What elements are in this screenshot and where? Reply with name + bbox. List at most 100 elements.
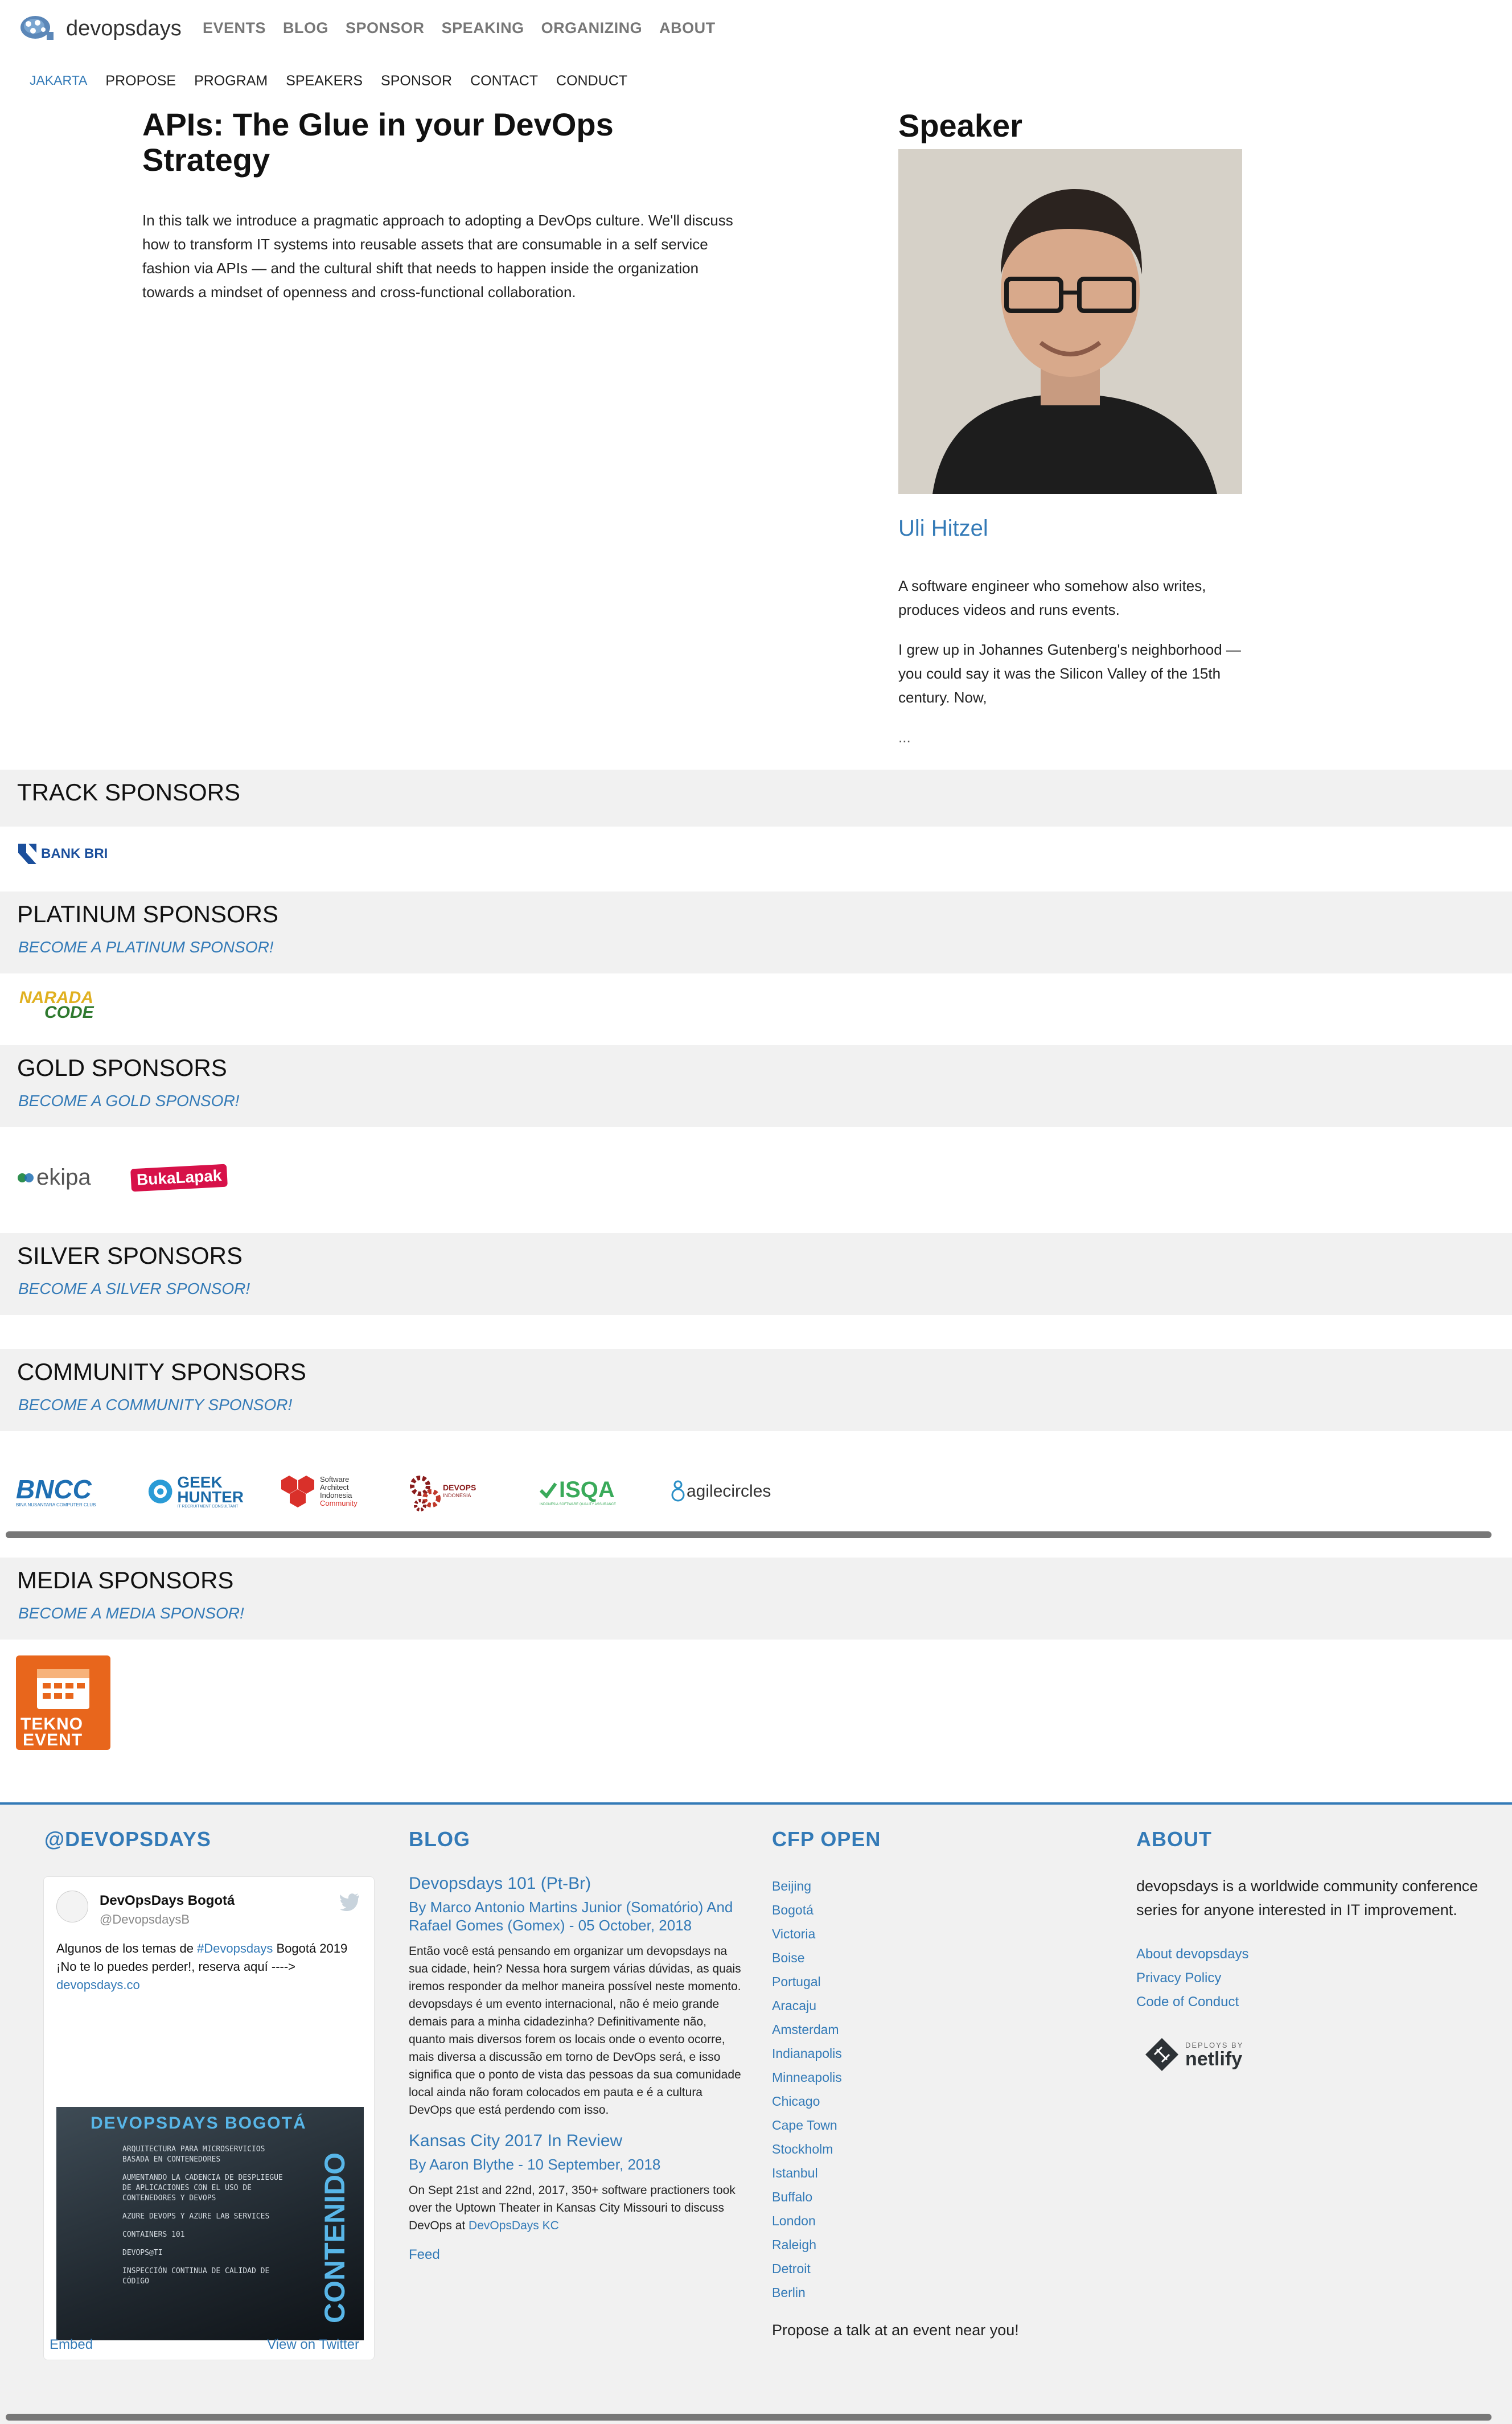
silver-sponsors-band: SILVER SPONSORS BECOME A SILVER SPONSOR! [0,1233,1512,1315]
cfp-city-link[interactable]: Victoria [772,1922,1068,1946]
bncc-logo[interactable]: BNCC BINA NUSANTARA COMPUTER CLUB [16,1476,113,1507]
become-platinum-sponsor-link[interactable]: BECOME A PLATINUM SPONSOR! [18,938,274,956]
tweet-card: DevOpsDays Bogotá @DevopsdaysB Algunos d… [43,1876,375,2360]
software-architect-indonesia-logo[interactable]: Software Architect Indonesia Community [278,1474,375,1509]
become-silver-sponsor-link[interactable]: BECOME A SILVER SPONSOR! [18,1280,250,1298]
talk-title: APIs: The Glue in your DevOps Strategy [142,106,614,178]
subnav-program[interactable]: PROGRAM [194,73,268,89]
nav-organizing[interactable]: ORGANIZING [541,19,643,37]
cfp-city-link[interactable]: London [772,2209,1068,2233]
speaker-bio-ellipsis: ... [898,729,911,746]
ekipa-mark-icon [18,1173,34,1182]
become-community-sponsor-link[interactable]: BECOME A COMMUNITY SPONSOR! [18,1396,292,1414]
tweet-image[interactable]: DEVOPSDAYS BOGOTÁ CONTENIDO ARQUITECTURA… [56,2107,364,2340]
subnav-sponsor[interactable]: SPONSOR [381,73,452,89]
nav-about[interactable]: ABOUT [659,19,716,37]
geek-hunter-logo[interactable]: GEEK HUNTER IT RECRUITMENT CONSULTANT [147,1474,244,1509]
cfp-city-link[interactable]: Minneapolis [772,2065,1068,2089]
twitter-bird-icon[interactable] [339,1893,360,1911]
cfp-city-link[interactable]: Indianapolis [772,2041,1068,2065]
site-name: devopsdays [66,16,182,40]
devops-indonesia-logo[interactable]: DEVOPS INDONESIA [409,1469,506,1514]
speaker-name-link[interactable]: Uli Hitzel [898,516,988,541]
tweet-handle[interactable]: @DevopsdaysB [100,1912,190,1927]
netlify-badge[interactable]: DEPLOYS BY netlify [1144,2037,1501,2072]
view-on-twitter-link[interactable]: View on Twitter [267,2337,359,2353]
cfp-city-link[interactable]: Boise [772,1946,1068,1970]
devopsdays-brain-icon [20,16,54,40]
about-devopsdays-link[interactable]: About devopsdays [1136,1942,1501,1966]
silver-sponsors-heading: SILVER SPONSORS [17,1242,243,1269]
blog-post-title[interactable]: Kansas City 2017 In Review [409,2131,745,2151]
bukalapak-logo[interactable]: BukaLapak [130,1164,228,1192]
horizontal-scrollbar[interactable] [6,1531,1492,1538]
subnav-contact[interactable]: CONTACT [470,73,538,89]
footer-twitter-column: @DEVOPSDAYS [44,1827,211,1874]
bank-bri-logo[interactable]: BANK BRI [16,841,108,866]
tekno-event-logo[interactable]: TEKNO EVENT [16,1655,110,1750]
cfp-city-link[interactable]: Beijing [772,1874,1068,1898]
netlify-diamond-icon [1145,2038,1178,2071]
nav-blog[interactable]: BLOG [283,19,328,37]
blog-post-title[interactable]: Devopsdays 101 (Pt-Br) [409,1874,745,1893]
cfp-city-link[interactable]: Amsterdam [772,2018,1068,2041]
page-bottom-scrollbar[interactable] [6,2414,1492,2421]
main-menu: EVENTS BLOG SPONSOR SPEAKING ORGANIZING … [203,19,733,37]
calendar-icon [37,1669,89,1709]
gold-sponsor-logos: ekipa BukaLapak [16,1164,261,1192]
tweet-link[interactable]: devopsdays.co [56,1976,364,1994]
twitter-heading: @DEVOPSDAYS [44,1827,211,1851]
tweet-image-agenda: ARQUITECTURA PARA MICROSERVICIOS BASADA … [122,2145,283,2286]
gold-sponsors-band: GOLD SPONSORS BECOME A GOLD SPONSOR! [0,1045,1512,1127]
track-sponsors-band: TRACK SPONSORS [0,770,1512,827]
cfp-heading: CFP OPEN [772,1827,881,1851]
tweet-embed-link[interactable]: Embed [50,2337,93,2353]
blog-feed-link[interactable]: Feed [409,2247,745,2263]
cfp-city-link[interactable]: Chicago [772,2089,1068,2113]
isqa-logo[interactable]: ISQA INDONESIA SOFTWARE QUALITY ASSURANC… [540,1477,636,1506]
saic-hexagon-icon [281,1476,314,1507]
cfp-city-link[interactable]: Bogotá [772,1898,1068,1922]
become-gold-sponsor-link[interactable]: BECOME A GOLD SPONSOR! [18,1092,239,1110]
agile-circles-logo[interactable]: agilecircles [671,1480,771,1503]
cfp-city-link[interactable]: Portugal [772,1970,1068,1994]
footer: @DEVOPSDAYS DevOpsDays Bogotá @Devopsday… [0,1802,1512,2424]
cfp-city-list: Beijing Bogotá Victoria Boise Portugal Aracaj… [772,1874,1068,2304]
cfp-city-link[interactable]: Istanbul [772,2161,1068,2185]
event-subnav: JAKARTA PROPOSE PROGRAM SPEAKERS SPONSOR… [30,73,646,89]
cfp-city-link[interactable]: Buffalo [772,2185,1068,2209]
narada-code-logo[interactable]: NARADA CODE [16,988,104,1024]
cfp-city-link[interactable]: Raleigh [772,2233,1068,2257]
media-sponsor-logos: TEKNO EVENT [16,1655,145,1750]
tweet-avatar[interactable] [56,1891,88,1922]
devopsdays-kc-link[interactable]: DevOpsDays KC [469,2219,559,2232]
cfp-city-link[interactable]: Stockholm [772,2137,1068,2161]
cfp-city-link[interactable]: Detroit [772,2257,1068,2281]
nav-sponsor[interactable]: SPONSOR [346,19,425,37]
ekipa-logo[interactable]: ekipa [16,1165,91,1190]
subnav-jakarta[interactable]: JAKARTA [30,73,87,89]
tweet-account-name[interactable]: DevOpsDays Bogotá [100,1893,235,1909]
privacy-policy-link[interactable]: Privacy Policy [1136,1966,1501,1990]
cfp-city-link[interactable]: Berlin [772,2281,1068,2304]
speaker-photo[interactable] [898,149,1242,494]
subnav-speakers[interactable]: SPEAKERS [286,73,363,89]
agile-circles-icon [671,1480,685,1502]
subnav-conduct[interactable]: CONDUCT [556,73,627,89]
track-sponsor-logos: BANK BRI [16,841,142,866]
community-sponsor-logos: BNCC BINA NUSANTARA COMPUTER CLUB GEEK H… [16,1469,805,1514]
geek-hunter-icon [148,1480,172,1503]
cfp-city-link[interactable]: Aracaju [772,1994,1068,2018]
media-sponsors-heading: MEDIA SPONSORS [17,1567,234,1593]
nav-events[interactable]: EVENTS [203,19,266,37]
footer-about-column: ABOUT devopsdays is a worldwide communit… [1136,1827,1501,2072]
cfp-city-link[interactable]: Cape Town [772,2113,1068,2137]
site-logo[interactable]: devopsdays [18,13,182,44]
subnav-propose[interactable]: PROPOSE [105,73,176,89]
tweet-hashtag-link[interactable]: #Devopsdays [197,1941,273,1955]
code-of-conduct-link[interactable]: Code of Conduct [1136,1990,1501,2014]
talk-abstract: In this talk we introduce a pragmatic ap… [142,212,733,301]
nav-speaking[interactable]: SPEAKING [442,19,524,37]
platinum-sponsor-logos: NARADA CODE [16,988,138,1024]
become-media-sponsor-link[interactable]: BECOME A MEDIA SPONSOR! [18,1604,244,1622]
